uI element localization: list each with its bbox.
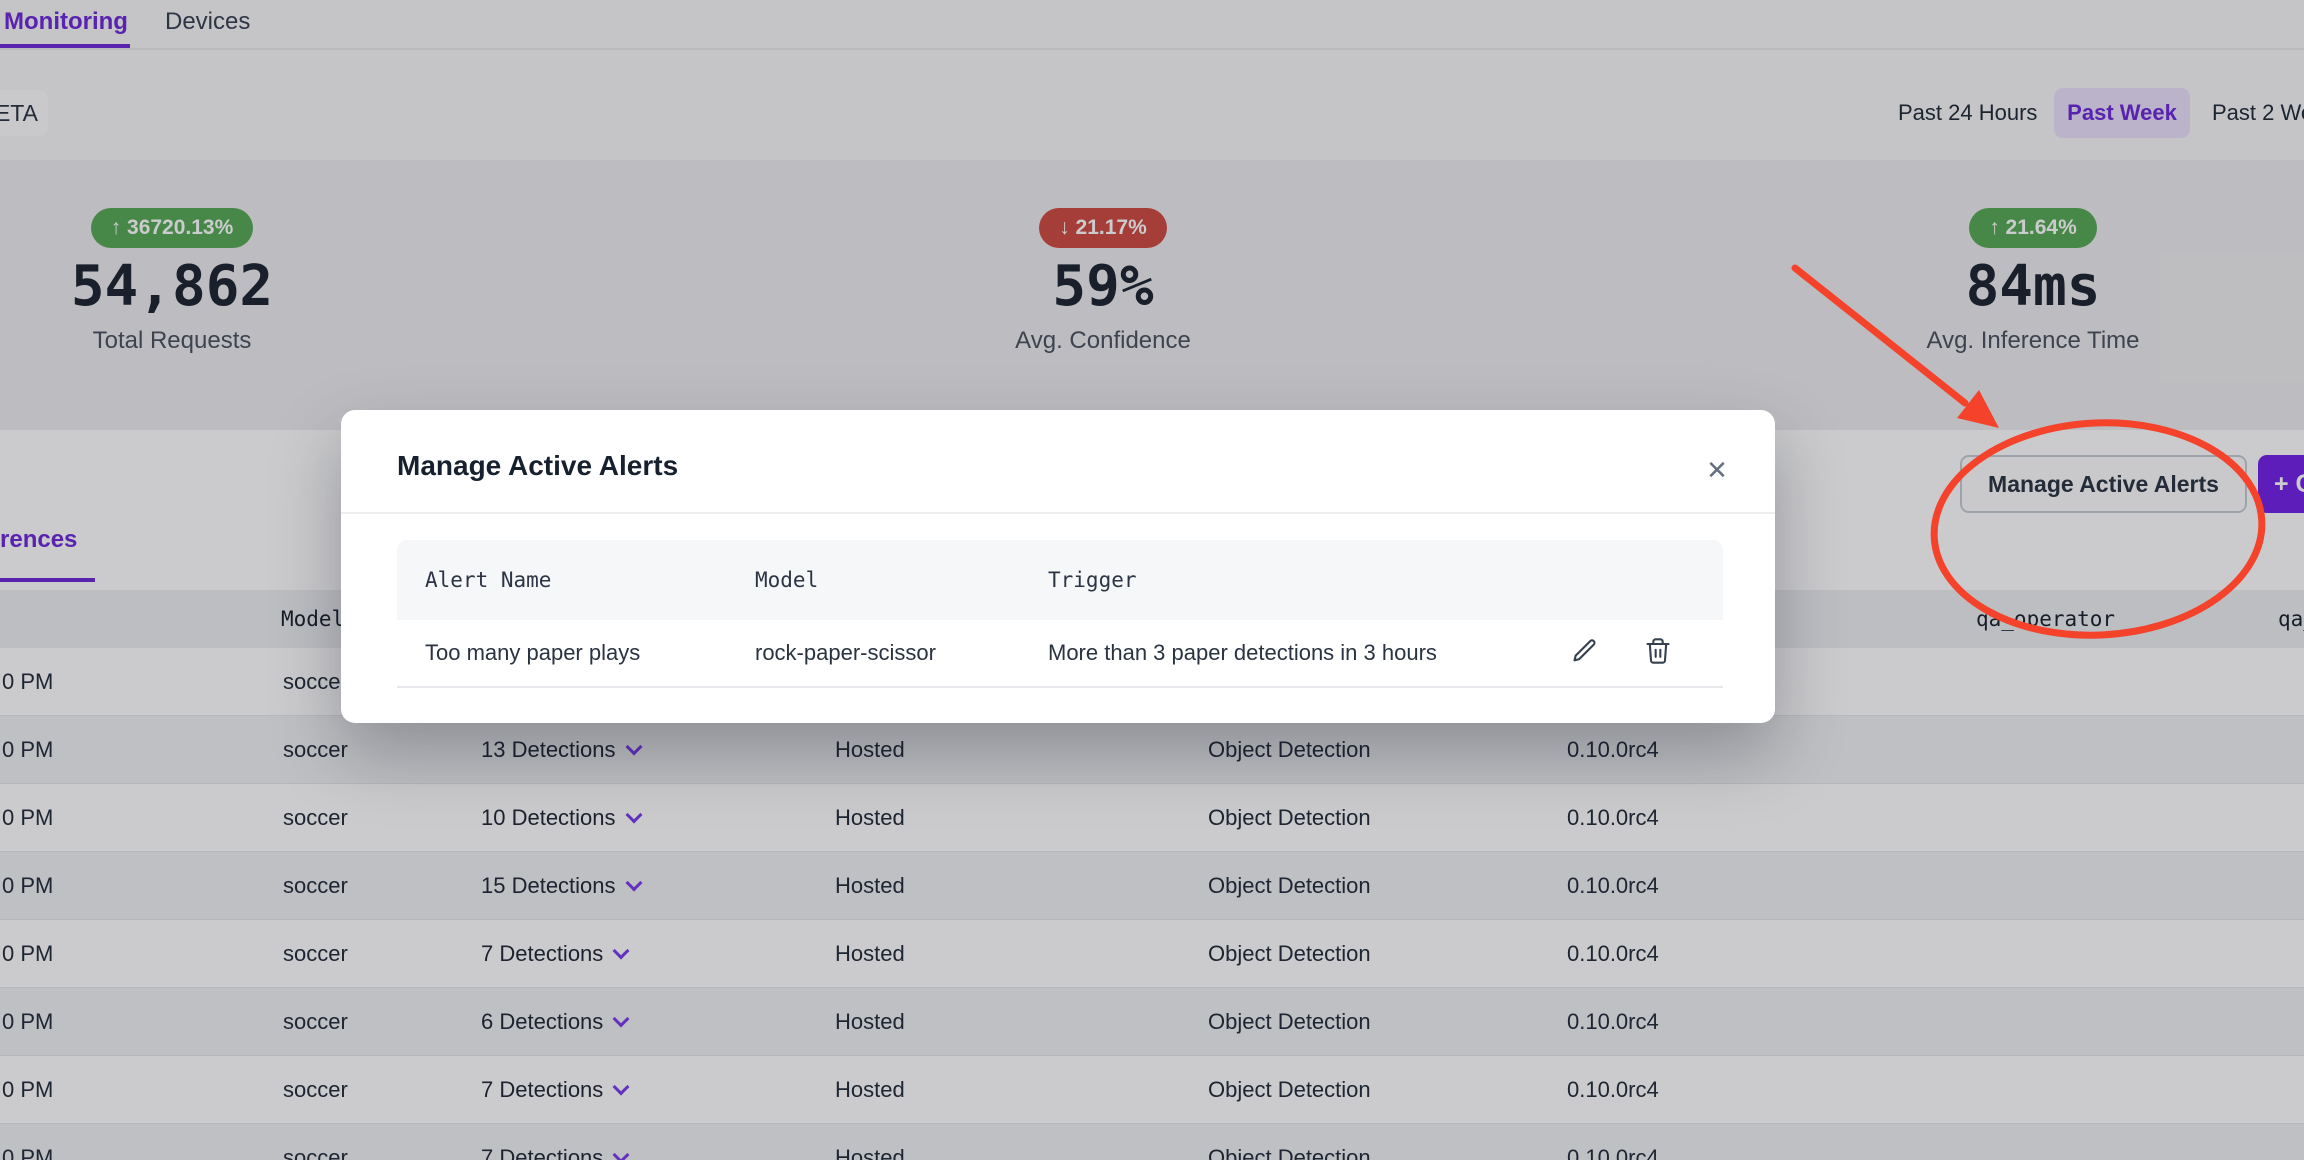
column-header-model: Model <box>755 568 818 592</box>
alert-row: Too many paper plays rock-paper-scissor … <box>397 620 1723 688</box>
manage-active-alerts-modal: Manage Active Alerts ✕ Alert Name Model … <box>341 410 1775 723</box>
alert-trigger-cell: More than 3 paper detections in 3 hours <box>1048 640 1437 666</box>
alerts-table-header: Alert Name Model Trigger <box>397 540 1723 620</box>
alert-model-cell: rock-paper-scissor <box>755 640 936 666</box>
close-icon[interactable]: ✕ <box>1697 450 1737 490</box>
monitoring-dashboard: Monitoring Devices ETA Past 24 Hours Pas… <box>0 0 2304 1160</box>
modal-divider <box>341 512 1775 514</box>
column-header-trigger: Trigger <box>1048 568 1137 592</box>
delete-trash-icon[interactable] <box>1644 637 1676 669</box>
alert-name-cell: Too many paper plays <box>425 640 640 666</box>
column-header-alert-name: Alert Name <box>425 568 551 592</box>
modal-title: Manage Active Alerts <box>397 450 678 482</box>
edit-pencil-icon[interactable] <box>1571 637 1603 669</box>
